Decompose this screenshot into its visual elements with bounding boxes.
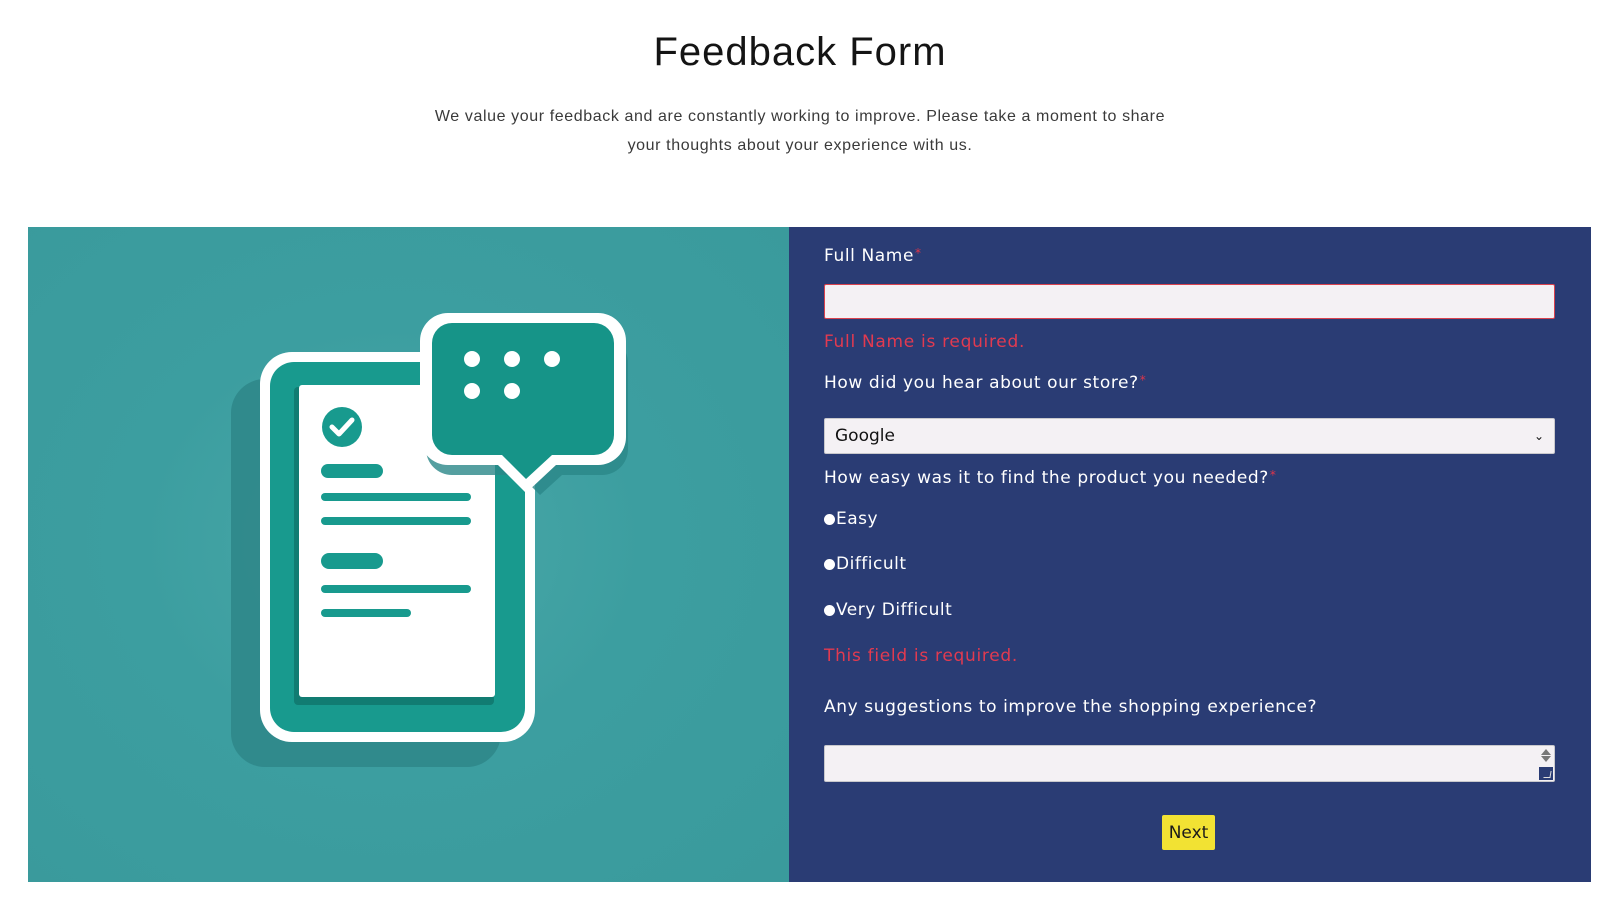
radio-option-very-difficult[interactable]: Very Difficult (824, 600, 952, 620)
ease-label: How easy was it to find the product you … (824, 468, 1277, 488)
next-button[interactable]: Next (1162, 815, 1215, 850)
resize-handle-icon[interactable] (1539, 767, 1553, 780)
full-name-input[interactable] (824, 284, 1555, 319)
source-select[interactable]: Google ⌄ (824, 418, 1555, 454)
scroll-up-arrow-icon[interactable] (1541, 749, 1551, 755)
radio-button-icon[interactable] (824, 604, 835, 616)
suggestions-textarea[interactable] (824, 745, 1555, 782)
intro-text: We value your feedback and are constantl… (420, 102, 1180, 160)
ease-error: This field is required. (824, 646, 1018, 666)
intro-line-1: We value your feedback and are constantl… (434, 108, 1166, 125)
suggestions-label: Any suggestions to improve the shopping … (824, 697, 1318, 717)
radio-option-label: Easy (836, 509, 879, 529)
radio-option-label: Very Difficult (836, 600, 953, 620)
radio-option-difficult[interactable]: Difficult (824, 554, 907, 574)
radio-button-icon[interactable] (824, 513, 835, 525)
source-label-text: How did you hear about our store? (824, 373, 1139, 393)
feedback-page: Feedback Form We value your feedback and… (0, 0, 1600, 900)
scroll-down-arrow-icon[interactable] (1541, 756, 1551, 762)
full-name-label: Full Name* (824, 246, 922, 266)
full-name-error: Full Name is required. (824, 332, 1026, 352)
chevron-down-icon: ⌄ (1533, 429, 1544, 443)
radio-button-icon[interactable] (824, 558, 835, 570)
radio-option-label: Difficult (836, 554, 907, 574)
ease-label-text: How easy was it to find the product you … (824, 468, 1269, 488)
form-panel: Full Name* Full Name is required. How di… (28, 227, 1591, 882)
form-pane: Full Name* Full Name is required. How di… (789, 227, 1591, 882)
source-label: How did you hear about our store?* (824, 373, 1146, 393)
required-mark: * (1139, 373, 1147, 387)
full-name-label-text: Full Name (824, 246, 915, 266)
intro-line-2: your thoughts about your experience with… (627, 137, 973, 154)
illustration-pane (28, 227, 789, 882)
radio-option-easy[interactable]: Easy (824, 509, 878, 529)
page-title: Feedback Form (653, 30, 947, 74)
feedback-document-chat-icon (231, 313, 628, 767)
required-mark: * (915, 246, 922, 260)
required-mark: * (1269, 468, 1277, 482)
source-selected-value: Google (835, 426, 895, 446)
